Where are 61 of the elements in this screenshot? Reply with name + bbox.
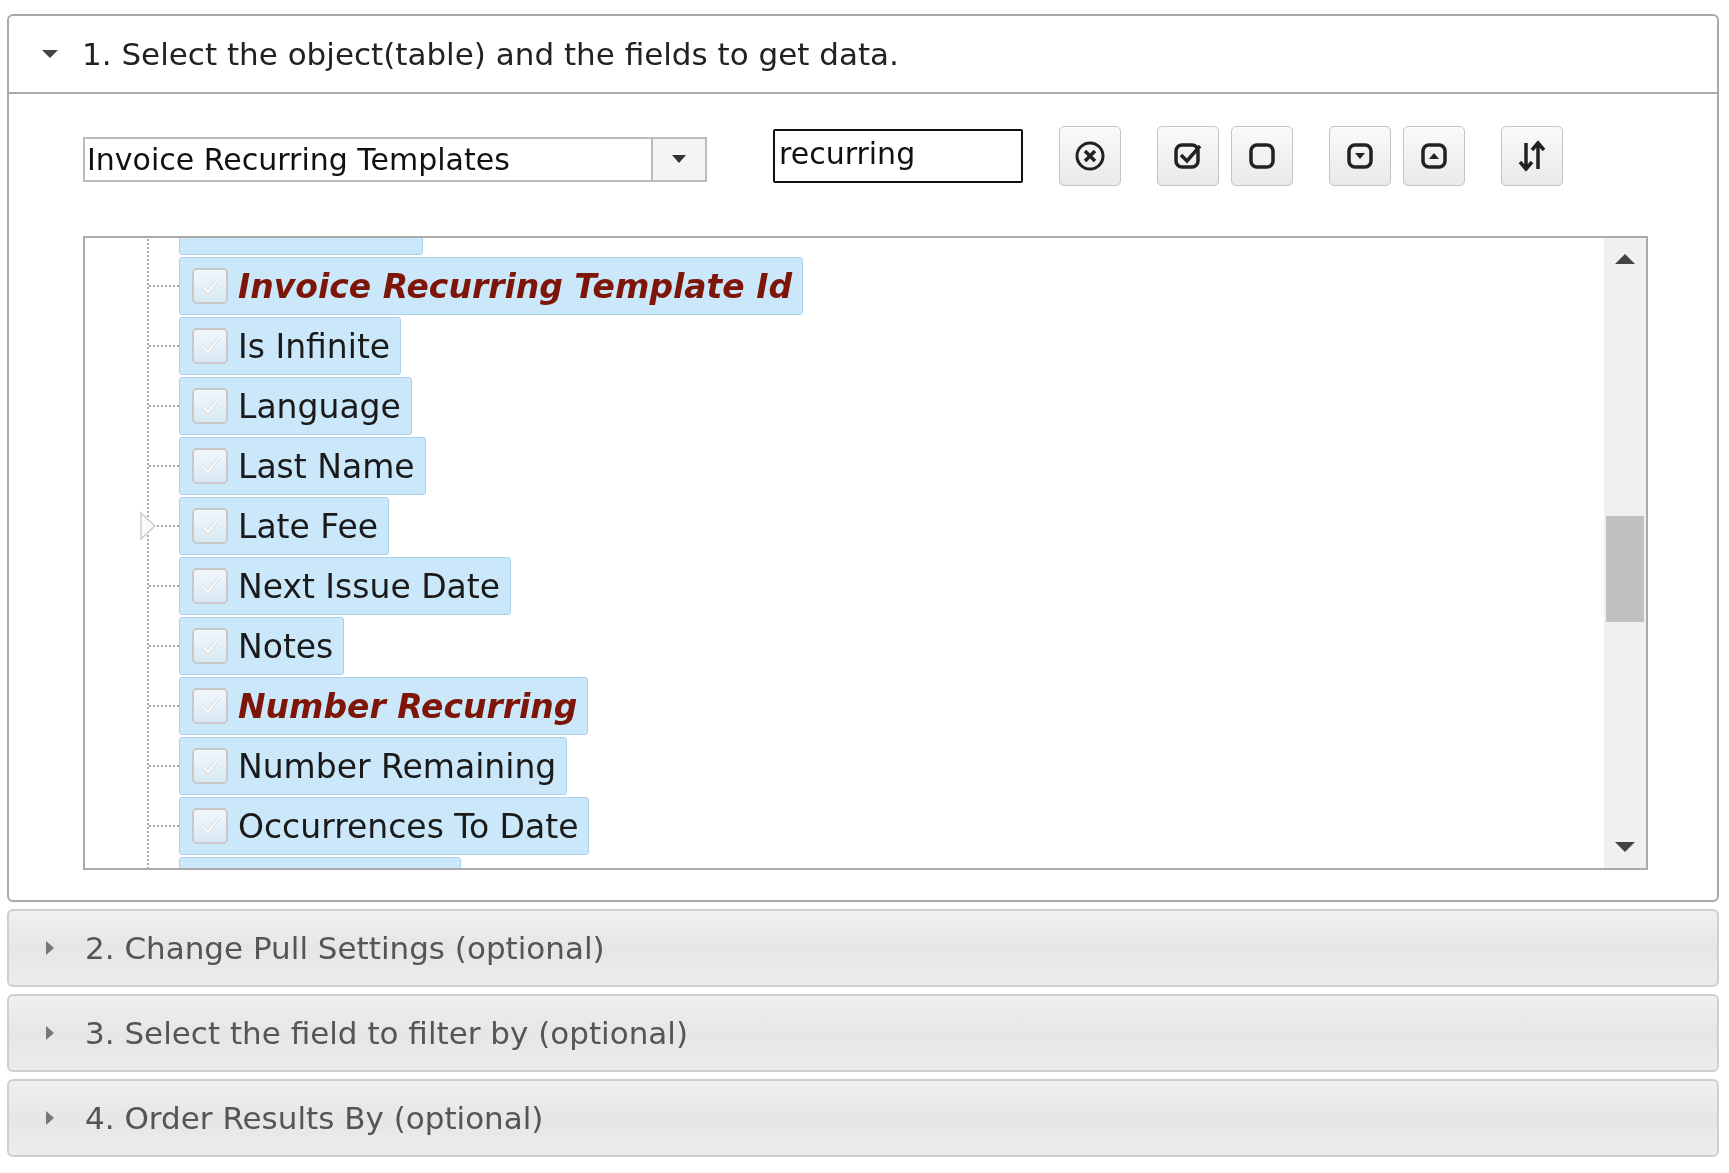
field-label: Next Issue Date [238, 566, 501, 606]
expand-icon [1344, 140, 1376, 172]
field-label: Last Name [238, 446, 415, 486]
toolbar-button[interactable] [1501, 126, 1563, 186]
tree-node[interactable]: Late Fee [179, 497, 390, 555]
checkbox[interactable] [192, 748, 228, 784]
object-dropdown[interactable]: Invoice Recurring Templates [83, 136, 707, 182]
field-label: Number Remaining [238, 746, 557, 786]
checkbox[interactable] [192, 568, 228, 604]
section-title: 2. Change Pull Settings (optional) [85, 930, 605, 966]
field-label: Is Infinite [238, 326, 391, 366]
checkbox[interactable] [192, 628, 228, 664]
toolbar-button[interactable] [1059, 126, 1121, 186]
toolbar-button[interactable] [1329, 126, 1391, 186]
caret-icon [44, 1024, 56, 1042]
field-label: Late Fee [238, 506, 379, 546]
section-header[interactable]: 3. Select the field to filter by (optional) [7, 994, 1719, 1072]
checkbox[interactable] [192, 448, 228, 484]
field-label: Number Recurring [238, 686, 578, 726]
toolbar-button[interactable] [1231, 126, 1293, 186]
field-label: Occurrences To Date [238, 806, 579, 846]
tree-node[interactable]: Last Name [179, 437, 426, 495]
tree-node[interactable]: Language [179, 377, 412, 435]
checkbox[interactable] [192, 808, 228, 844]
caret-icon [44, 1109, 56, 1127]
toolbar-button[interactable] [1403, 126, 1465, 186]
toolbar-button[interactable] [1157, 126, 1219, 186]
expand-arrow-icon[interactable] [139, 511, 157, 541]
collapse-icon [1418, 140, 1450, 172]
tree-node[interactable]: Number Remaining [179, 737, 568, 795]
checkbox[interactable] [192, 268, 228, 304]
checkbox[interactable] [192, 508, 228, 544]
tree-node[interactable]: Invoice Recurring Template Id [179, 257, 804, 315]
tree-node[interactable]: Number Recurring [179, 677, 589, 735]
checkbox[interactable] [192, 328, 228, 364]
scrollbar[interactable] [1604, 238, 1646, 868]
section-header[interactable]: 4. Order Results By (optional) [7, 1079, 1719, 1157]
sort-icon [1516, 139, 1548, 173]
checked-box-icon [1172, 140, 1204, 172]
clear-icon [1074, 140, 1106, 172]
scroll-thumb[interactable] [1606, 516, 1644, 622]
search-field[interactable]: recurring [773, 129, 1023, 183]
scroll-down-icon[interactable] [1614, 840, 1636, 854]
tree-node[interactable]: Notes [179, 617, 345, 675]
field-label: Notes [238, 626, 334, 666]
field-label: Invoice Recurring Template Id [238, 266, 793, 306]
checkbox[interactable] [192, 388, 228, 424]
checkbox[interactable] [192, 688, 228, 724]
section-header[interactable]: 2. Change Pull Settings (optional) [7, 909, 1719, 987]
scroll-up-icon[interactable] [1614, 252, 1636, 266]
section-header[interactable]: 1. Select the object(table) and the fields to get data. [9, 16, 1717, 94]
tree-node[interactable]: Next Issue Date [179, 557, 512, 615]
tree-node[interactable]: Is Infinite [179, 317, 402, 375]
empty-box-icon [1246, 140, 1278, 172]
section-title: 4. Order Results By (optional) [85, 1100, 544, 1136]
caret-icon [44, 939, 56, 957]
tree-node[interactable]: Occurrences To Date [179, 797, 590, 855]
section-title: 1. Select the object(table) and the fields to get data. [82, 36, 899, 72]
field-label: Language [238, 386, 401, 426]
section-title: 3. Select the field to filter by (optional) [85, 1015, 689, 1051]
caret-icon [671, 154, 687, 164]
